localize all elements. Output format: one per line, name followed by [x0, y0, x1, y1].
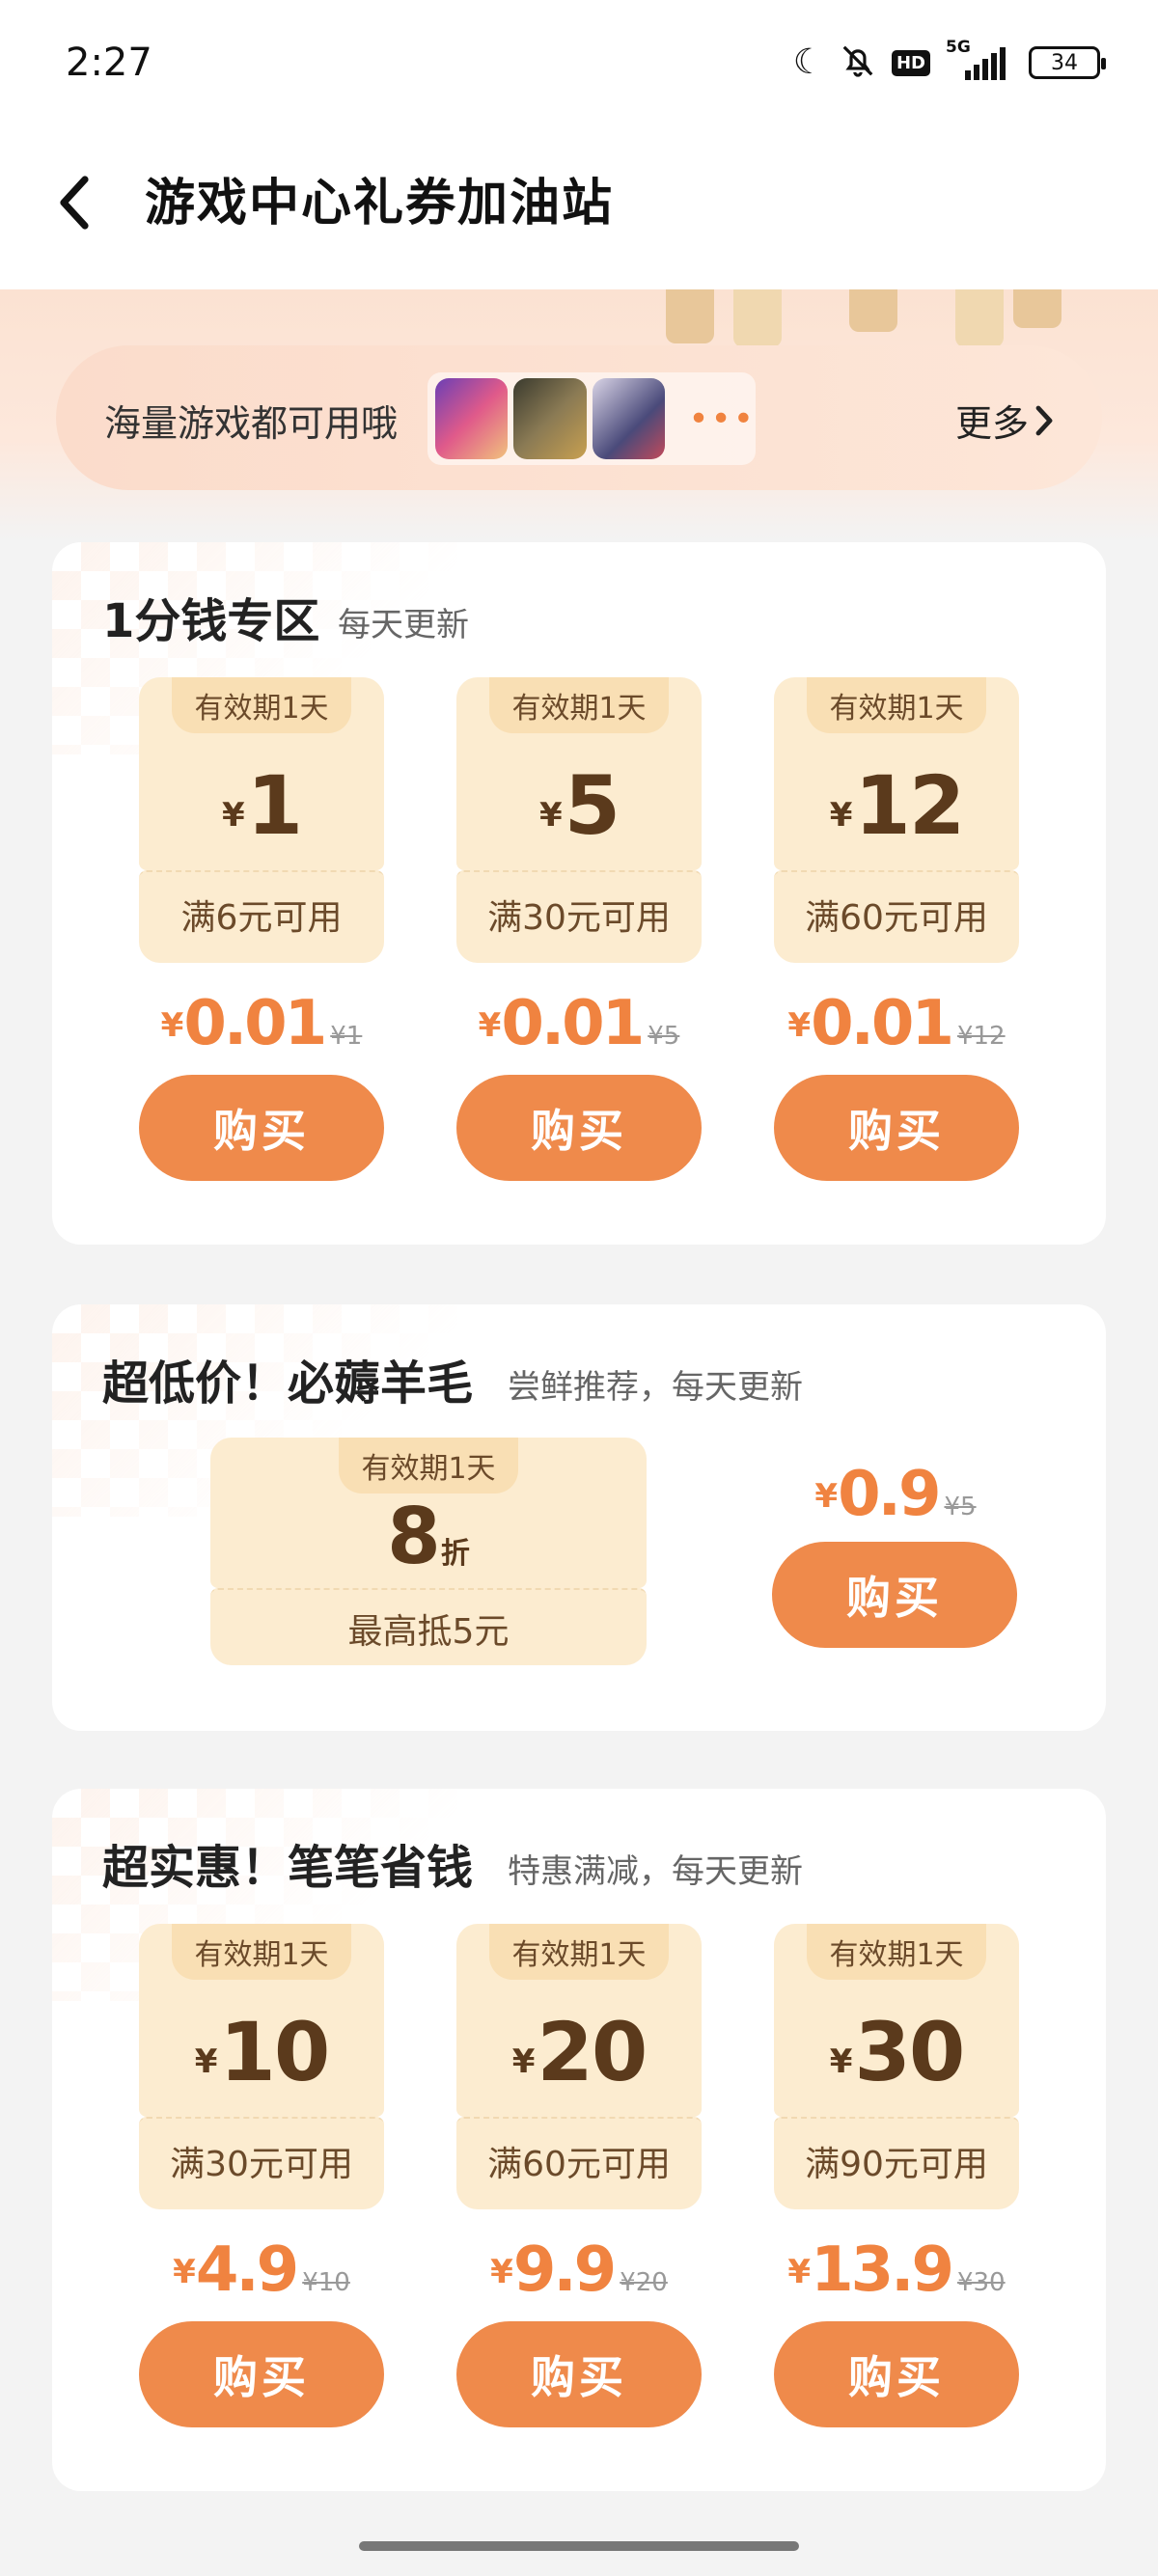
price: ¥0.01 ¥12 — [787, 988, 1006, 1059]
home-indicator[interactable] — [359, 2541, 799, 2551]
decoration — [1013, 289, 1062, 328]
section-super-low-price: 超低价！必薅羊毛 尝鲜推荐，每天更新 有效期1天 8折 最高抵5元 ¥0.9 ¥5… — [52, 1304, 1106, 1731]
coupon-amount: ¥10 — [194, 2005, 331, 2099]
game-icon — [513, 378, 587, 459]
coupon-condition: 满90元可用 — [805, 2145, 988, 2184]
validity-tag: 有效期1天 — [172, 677, 351, 733]
coupon-condition: 满6元可用 — [180, 898, 343, 938]
original-price: ¥12 — [956, 1022, 1006, 1051]
more-label: 更多 — [954, 402, 1029, 445]
coupon-condition: 满60元可用 — [487, 2145, 671, 2184]
decoration — [955, 289, 1004, 347]
decoration — [733, 289, 782, 347]
buy-button[interactable]: 购买 — [456, 1075, 702, 1181]
game-icons: ••• — [427, 372, 756, 465]
price: ¥13.9 ¥30 — [787, 2234, 1006, 2306]
price: ¥0.01 ¥5 — [478, 988, 680, 1059]
original-price: ¥30 — [956, 2268, 1006, 2297]
coupon-condition: 满30元可用 — [487, 898, 671, 938]
original-price: ¥5 — [944, 1493, 977, 1521]
section-penny-zone: 1分钱专区 每天更新 有效期1天 ¥1 满6元可用 ¥0.01 ¥1 购买 有效期… — [52, 542, 1106, 1245]
game-icon — [592, 378, 666, 459]
coupon-card[interactable]: 有效期1天 8折 最高抵5元 — [210, 1438, 647, 1665]
coupon-card[interactable]: 有效期1天 ¥20 满60元可用 — [456, 1924, 702, 2209]
more-dots: ••• — [688, 398, 757, 439]
games-banner[interactable]: 海量游戏都可用哦 ••• 更多 — [56, 345, 1102, 490]
decoration — [666, 289, 714, 343]
signal-icon: 5G — [946, 38, 1013, 82]
buy-button[interactable]: 购买 — [774, 1075, 1019, 1181]
original-price: ¥20 — [620, 2268, 668, 2297]
decoration — [849, 289, 897, 332]
section-super-deal: 超实惠！笔笔省钱 特惠满减，每天更新 有效期1天 ¥10 满30元可用 ¥4.9… — [52, 1789, 1106, 2491]
more-games-button[interactable]: 更多 — [955, 394, 1054, 447]
buy-button[interactable]: 购买 — [456, 2321, 702, 2427]
original-price: ¥1 — [330, 1022, 363, 1051]
battery-icon: 34 — [1029, 46, 1106, 79]
moon-icon: ☾ — [792, 42, 824, 82]
section-subtitle: 尝鲜推荐，每天更新 — [508, 1368, 803, 1407]
buy-button[interactable]: 购买 — [774, 2321, 1019, 2427]
coupon-card[interactable]: 有效期1天 ¥10 满30元可用 — [139, 1924, 384, 2209]
coupon-amount: ¥5 — [538, 758, 620, 853]
original-price: ¥10 — [302, 2268, 350, 2297]
coupon-card[interactable]: 有效期1天 ¥30 满90元可用 — [774, 1924, 1019, 2209]
price: ¥0.01 ¥1 — [160, 988, 363, 1059]
coupon-condition: 满60元可用 — [805, 898, 988, 938]
validity-tag: 有效期1天 — [489, 677, 669, 733]
coupon-condition: 满30元可用 — [170, 2145, 353, 2184]
page-title: 游戏中心礼券加油站 — [145, 175, 615, 233]
buy-button[interactable]: 购买 — [772, 1542, 1017, 1648]
buy-button[interactable]: 购买 — [139, 1075, 384, 1181]
coupon-amount: ¥12 — [829, 758, 966, 853]
chevron-right-icon — [1035, 405, 1053, 435]
coupon-card[interactable]: 有效期1天 ¥12 满60元可用 — [774, 677, 1019, 963]
games-banner-text: 海量游戏都可用哦 — [104, 402, 399, 445]
price: ¥0.9 ¥5 — [814, 1459, 977, 1530]
section-title: 超实惠！笔笔省钱 — [102, 1841, 474, 1895]
chevron-left-icon — [60, 176, 89, 230]
coupon-amount: ¥1 — [221, 758, 303, 853]
validity-tag: 有效期1天 — [807, 1924, 986, 1980]
status-bar: 2:27 ☾ HD 5G 34 — [0, 0, 1158, 125]
coupon-card[interactable]: 有效期1天 ¥5 满30元可用 — [456, 677, 702, 963]
back-button[interactable] — [46, 164, 104, 241]
buy-button[interactable]: 购买 — [139, 2321, 384, 2427]
bell-muted-icon — [840, 42, 876, 83]
section-title: 超低价！必薅羊毛 — [102, 1357, 474, 1411]
coupon-condition: 最高抵5元 — [347, 1612, 510, 1652]
coupon-amount: ¥30 — [829, 2005, 966, 2099]
hd-badge: HD — [891, 49, 930, 76]
validity-tag: 有效期1天 — [807, 677, 986, 733]
section-subtitle: 特惠满减，每天更新 — [508, 1852, 803, 1891]
price: ¥4.9 ¥10 — [173, 2234, 350, 2306]
status-icons: ☾ HD 5G 34 — [792, 38, 1106, 83]
coupon-card[interactable]: 有效期1天 ¥1 满6元可用 — [139, 677, 384, 963]
status-time: 2:27 — [66, 41, 152, 85]
section-title: 1分钱专区 — [102, 594, 320, 648]
page-header: 游戏中心礼券加油站 — [0, 125, 1158, 289]
validity-tag: 有效期1天 — [489, 1924, 669, 1980]
game-icon — [435, 378, 509, 459]
validity-tag: 有效期1天 — [339, 1438, 518, 1494]
original-price: ¥5 — [648, 1022, 680, 1051]
section-subtitle: 每天更新 — [338, 606, 469, 644]
coupon-discount: 8折 — [387, 1492, 470, 1581]
coupon-amount: ¥20 — [511, 2005, 648, 2099]
validity-tag: 有效期1天 — [172, 1924, 351, 1980]
price: ¥9.9 ¥20 — [490, 2234, 668, 2306]
